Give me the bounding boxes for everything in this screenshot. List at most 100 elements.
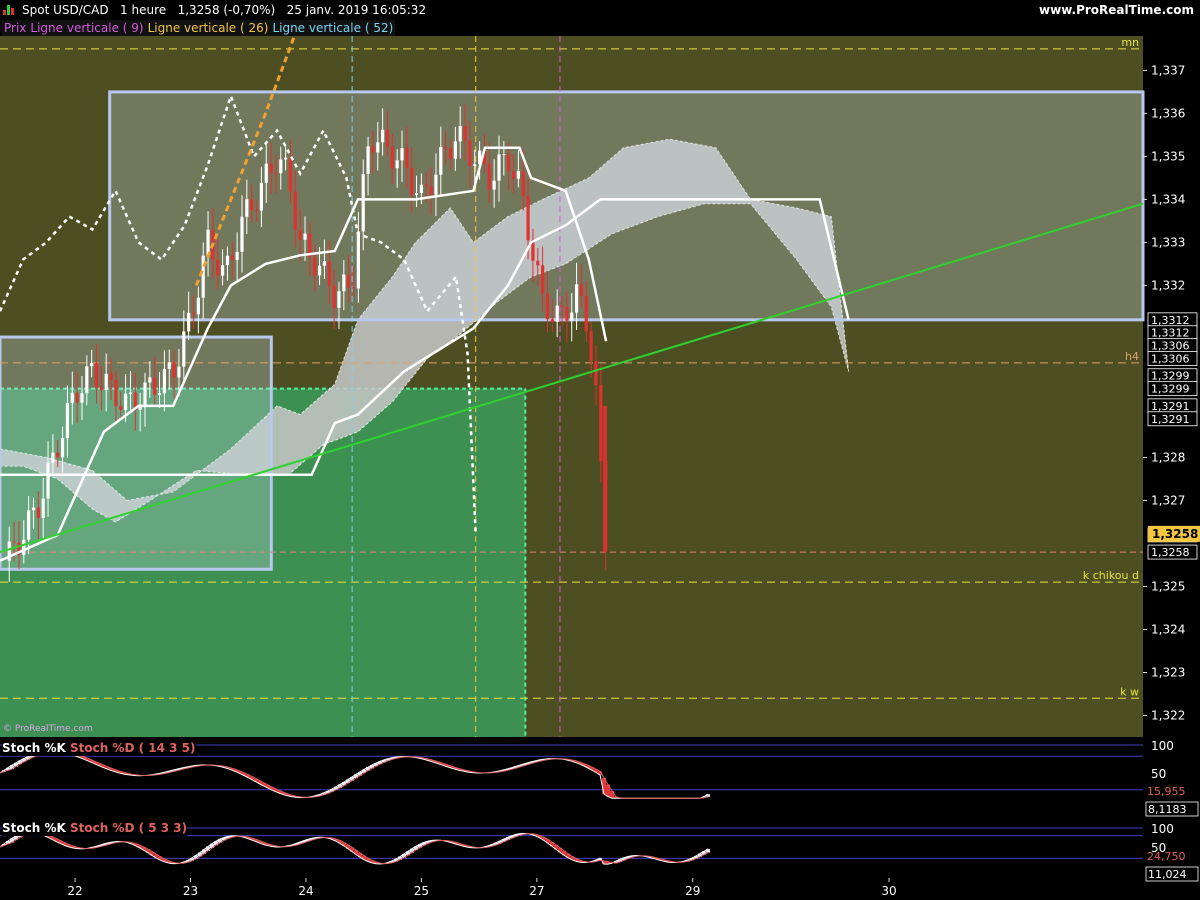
upper-range-box [108,90,1145,322]
candle-body [419,184,424,194]
candle-body [51,452,55,463]
candle-body [444,147,448,149]
candle-body [187,312,191,332]
candle-body [584,295,588,332]
time-axis [0,878,1200,900]
time-tick-label: 29 [685,884,700,898]
candle-body [143,382,147,408]
stoch-panel-2-label: Stoch %K Stoch %D ( 5 3 3) [2,821,188,836]
candle-body [46,462,50,499]
price-label: 1,3299 [1151,383,1190,396]
candle-body [463,126,467,141]
candle-body [303,233,307,240]
price-label: 1,3291 [1151,400,1190,413]
candle-body [288,157,293,192]
candle-body [448,148,453,159]
candle-body [298,230,302,240]
stoch-tick-label: 50 [1151,767,1166,781]
price-label: 1,3258 [1151,546,1190,559]
stoch-tick-label: 100 [1151,739,1174,753]
candle-body [390,146,394,169]
price-label: 1,3312 [1151,327,1190,340]
candle-body [439,147,443,175]
candle-body [497,154,501,181]
price-tick-label: 1,322 [1151,708,1185,722]
candle-body [381,129,385,143]
price-tick-label: 1,333 [1151,235,1185,249]
candle-body [36,507,40,518]
candle-body [220,265,225,276]
candle-body [395,160,399,169]
price-tick-label: 1,323 [1151,665,1185,679]
candle-body [570,312,574,321]
candle-body [216,259,220,276]
candle-body [356,231,360,289]
candle-body [60,438,65,458]
candle-body [468,140,472,166]
candle-body [347,274,351,288]
price-tick-label: 1,334 [1151,192,1185,206]
candle-body [405,148,409,168]
last-price-label: 1,3258 [1152,527,1198,541]
drop-candle [603,405,607,553]
stoch-k-value: 8,1183 [1148,803,1187,816]
price-tick-label: 1,324 [1151,622,1185,636]
price-tick-label: 1,327 [1151,493,1185,507]
candle-body [526,196,530,241]
candle-body [167,362,171,369]
candle-body [148,377,152,383]
candle-body [90,363,94,367]
candle-body [565,306,569,321]
level-label: k chikou d [1083,569,1139,582]
candle-body [114,380,118,406]
time-tick-label: 23 [183,884,198,898]
candle-body [284,157,288,160]
candle-body [225,255,230,266]
candle-body [235,251,239,260]
candle-body [434,174,438,195]
candle-body [206,229,210,256]
candle-body [109,373,113,381]
price-label: 1,3306 [1151,340,1190,353]
candle-body [274,172,278,174]
candle-body [371,146,375,153]
candle-body [313,256,317,276]
candle-body [492,180,496,190]
time-tick-label: 30 [881,884,896,898]
candle-body [85,366,89,394]
candle-body [293,191,297,231]
watermark: © ProRealTime.com [3,724,93,734]
candle-body [75,392,79,403]
candle-body [410,167,414,195]
candle-body [536,260,540,266]
candle-body [128,392,133,394]
candle-body [41,498,45,518]
candle-body [162,368,167,394]
candle-body [342,274,346,292]
candle-body [317,265,322,276]
candle-body [541,265,545,294]
candle-body [56,452,60,458]
candle-body [560,305,564,307]
stoch-d-value: 15,955 [1147,785,1186,798]
candle-body [351,287,356,289]
candle-body [153,377,157,395]
price-label: 1,3299 [1151,370,1190,383]
candle-body [545,293,550,320]
candle-body [332,285,336,308]
price-tick-label: 1,325 [1151,579,1185,593]
stoch-k-label: Stoch %K [2,741,66,755]
candle-body [70,392,74,404]
candle-body [99,387,103,391]
price-tick-label: 1,332 [1151,278,1185,292]
price-chart[interactable]: mn h4 k chikou d k w 1,337 1,336 1,335 1,334 1,3… [0,0,1200,900]
stoch-k-label: Stoch %K [2,821,66,835]
time-tick-label: 24 [298,884,313,898]
price-label: 1,3291 [1151,413,1190,426]
candle-body [264,163,268,183]
price-tick-label: 1,335 [1151,149,1185,163]
candle-body [254,210,259,212]
candle-body [177,366,181,378]
candle-body [589,331,593,361]
candle-body [250,199,254,211]
